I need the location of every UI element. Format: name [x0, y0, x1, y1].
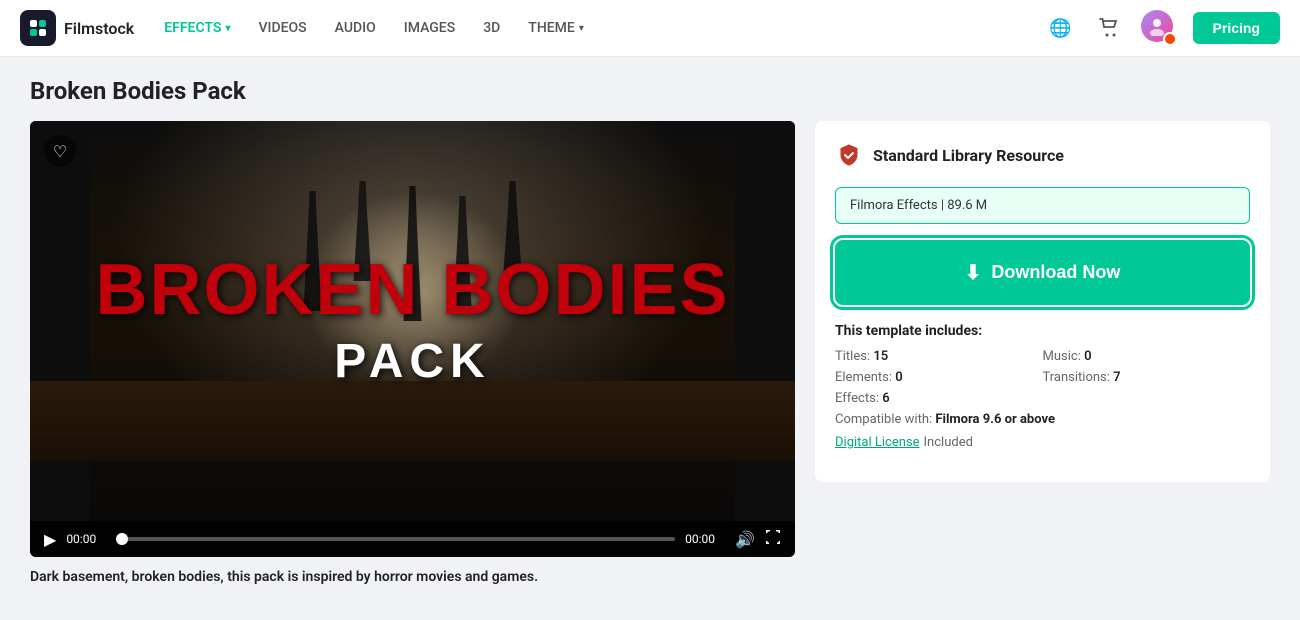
- nav-effects[interactable]: EFFECTS ▾: [164, 20, 230, 36]
- stat-transitions: Transitions: 7: [1043, 370, 1251, 385]
- main-nav: EFFECTS ▾ VIDEOS AUDIO IMAGES 3D THEME ▾: [164, 20, 1044, 36]
- video-section: BROKEN BODIES PACK ♡ ▶ 00:00 00:00 🔊: [30, 121, 795, 585]
- compatible-value: Filmora 9.6 or above: [935, 412, 1055, 427]
- header-right: 🌐 Pricing: [1045, 10, 1280, 46]
- video-text-overlay: BROKEN BODIES PACK: [30, 121, 795, 521]
- template-includes-title: This template includes:: [835, 323, 1250, 339]
- video-player: BROKEN BODIES PACK ♡ ▶ 00:00 00:00 🔊: [30, 121, 795, 557]
- download-label: Download Now: [991, 262, 1120, 283]
- video-thumbnail: BROKEN BODIES PACK ♡: [30, 121, 795, 521]
- avatar[interactable]: [1141, 10, 1177, 46]
- fullscreen-icon[interactable]: [765, 529, 781, 549]
- cart-icon[interactable]: [1093, 12, 1125, 44]
- download-icon: ⬇: [965, 260, 982, 285]
- logo[interactable]: Filmstock: [20, 10, 134, 46]
- video-controls: ▶ 00:00 00:00 🔊: [30, 521, 795, 557]
- main-content: Broken Bodies Pack: [0, 57, 1300, 605]
- nav-audio[interactable]: AUDIO: [335, 20, 376, 36]
- time-current: 00:00: [66, 532, 106, 546]
- license-included-text: Included: [924, 435, 973, 450]
- video-description: Dark basement, broken bodies, this pack …: [30, 569, 795, 585]
- header: Filmstock EFFECTS ▾ VIDEOS AUDIO IMAGES …: [0, 0, 1300, 57]
- play-button[interactable]: ▶: [44, 530, 56, 549]
- stat-effects: Effects: 6: [835, 391, 1043, 406]
- resource-title: Standard Library Resource: [873, 146, 1064, 165]
- chevron-down-icon: ▾: [225, 23, 230, 34]
- globe-icon[interactable]: 🌐: [1045, 12, 1077, 44]
- volume-icon[interactable]: 🔊: [735, 530, 755, 549]
- page-title: Broken Bodies Pack: [30, 77, 1270, 105]
- shield-icon: [835, 141, 863, 169]
- logo-text: Filmstock: [64, 19, 134, 38]
- progress-thumb: [116, 533, 128, 545]
- logo-icon: [20, 10, 56, 46]
- stats-grid: Titles: 15 Music: 0 Elements: 0 Transiti…: [835, 349, 1250, 406]
- pricing-button[interactable]: Pricing: [1193, 12, 1280, 44]
- stat-titles: Titles: 15: [835, 349, 1043, 364]
- time-total: 00:00: [685, 532, 725, 546]
- nav-videos[interactable]: VIDEOS: [258, 20, 306, 36]
- license-row: Digital License Included: [835, 435, 1250, 450]
- chevron-down-icon: ▾: [579, 23, 584, 34]
- compatible-label: Compatible with:: [835, 412, 932, 427]
- template-includes: This template includes: Titles: 15 Music…: [835, 323, 1250, 450]
- filmora-badge: Filmora Effects | 89.6 M: [835, 187, 1250, 224]
- right-panel: Standard Library Resource Filmora Effect…: [815, 121, 1270, 482]
- content-area: BROKEN BODIES PACK ♡ ▶ 00:00 00:00 🔊: [30, 121, 1270, 585]
- stat-elements: Elements: 0: [835, 370, 1043, 385]
- nav-theme[interactable]: THEME ▾: [528, 20, 584, 36]
- video-title-line1: BROKEN BODIES: [95, 254, 729, 326]
- resource-header: Standard Library Resource: [835, 141, 1250, 169]
- digital-license-link[interactable]: Digital License: [835, 435, 920, 450]
- favorite-button[interactable]: ♡: [44, 135, 76, 167]
- progress-bar[interactable]: [116, 537, 675, 541]
- nav-images[interactable]: IMAGES: [404, 20, 455, 36]
- video-title-line2: PACK: [334, 334, 490, 389]
- stat-music: Music: 0: [1043, 349, 1251, 364]
- compatible-row: Compatible with: Filmora 9.6 or above: [835, 412, 1250, 427]
- nav-3d[interactable]: 3D: [483, 20, 500, 36]
- notification-badge: [1163, 32, 1177, 46]
- download-button[interactable]: ⬇ Download Now: [835, 240, 1250, 305]
- filmora-badge-text: Filmora Effects | 89.6 M: [850, 198, 987, 213]
